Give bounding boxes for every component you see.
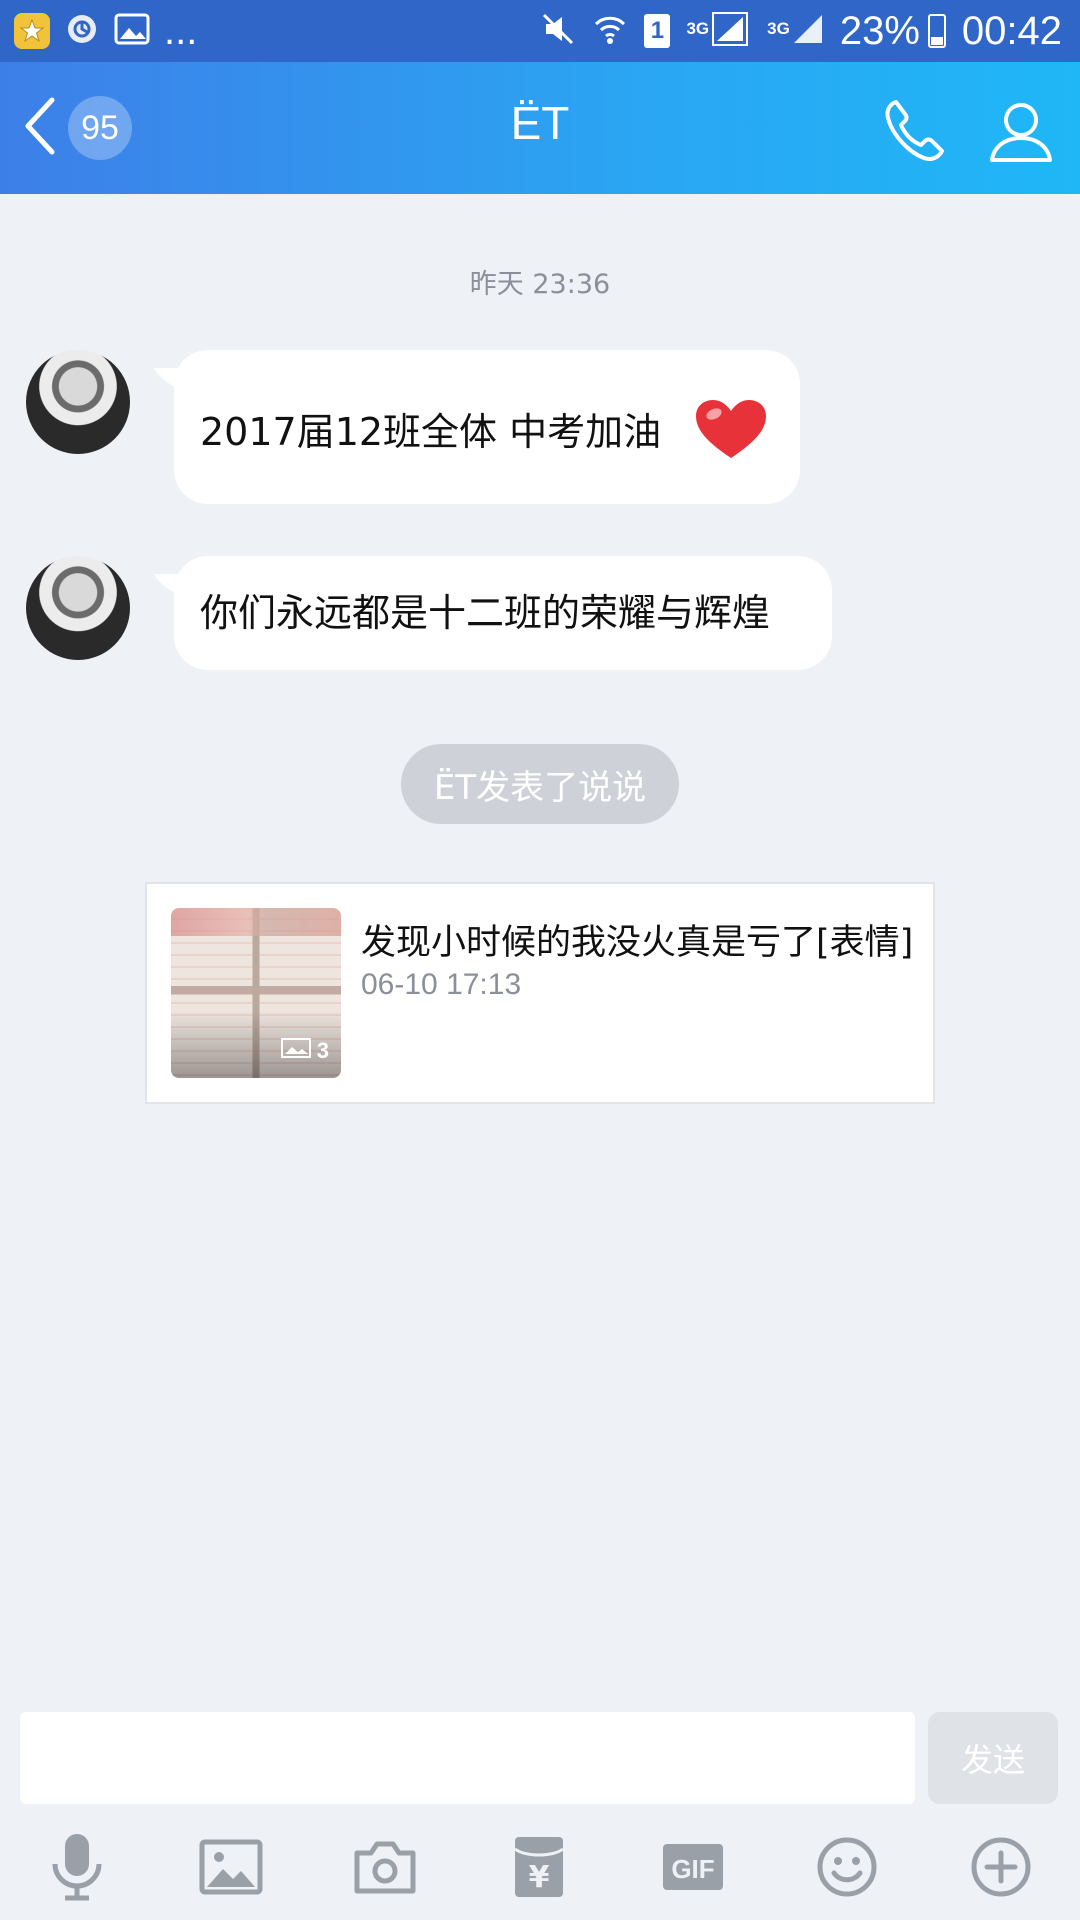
avatar[interactable]	[26, 350, 130, 454]
network-type-1: 3G	[686, 18, 710, 38]
message-timestamp: 昨天 23:36	[469, 269, 611, 300]
message-text: 你们永远都是十二班的荣耀与辉煌	[200, 591, 771, 635]
system-notice: ЁT发表了说说	[401, 744, 679, 824]
input-toolbar: ¥ GIF	[0, 1832, 1080, 1906]
battery-icon	[927, 14, 946, 48]
red-packet-icon: ¥	[511, 1835, 567, 1903]
message-text: 2017届12班全体 中考加油	[200, 410, 662, 454]
message-row: 2017届12班全体 中考加油	[26, 350, 800, 504]
status-bar-system: 1 3G 3G 23% 00:42	[524, 9, 1062, 54]
chat-header: 95 ЁT	[0, 62, 1080, 194]
emoji-icon	[816, 1836, 878, 1902]
phone-icon	[880, 100, 950, 170]
signal-icon-2	[792, 11, 824, 51]
shared-post-card[interactable]: 3 发现小时候的我没火真是亏了[表情] 06-10 17:13	[145, 882, 935, 1104]
camera-icon	[353, 1839, 417, 1899]
emoji-button[interactable]	[810, 1832, 884, 1906]
status-bar-notifications: ...	[14, 9, 211, 54]
clock: 00:42	[961, 8, 1062, 53]
gif-button[interactable]: GIF	[656, 1832, 730, 1906]
gallery-notification-icon	[114, 12, 150, 50]
svg-text:GIF: GIF	[671, 1854, 714, 1884]
camera-button[interactable]	[348, 1832, 422, 1906]
plus-icon	[970, 1836, 1032, 1902]
voice-button[interactable]	[40, 1832, 114, 1906]
mic-icon	[49, 1832, 105, 1906]
message-row: 你们永远都是十二班的荣耀与辉煌	[26, 556, 832, 670]
red-packet-button[interactable]: ¥	[502, 1832, 576, 1906]
battery-percent: 23%	[839, 8, 920, 53]
wifi-icon	[592, 11, 628, 51]
signal-icon-1	[711, 11, 751, 51]
sync-notification-icon	[64, 11, 100, 51]
image-icon	[199, 1839, 263, 1899]
svg-text:¥: ¥	[529, 1860, 550, 1895]
post-thumbnail: 3	[171, 908, 341, 1078]
network-type-2: 3G	[767, 18, 790, 38]
profile-button[interactable]	[986, 96, 1056, 166]
post-title: 发现小时候的我没火真是亏了[表情]	[361, 923, 914, 963]
send-button[interactable]: 发送	[928, 1712, 1058, 1804]
status-bar: ... 1 3G 3G 23% 00:42	[0, 0, 1080, 62]
message-bubble[interactable]: 2017届12班全体 中考加油	[174, 350, 800, 504]
more-button[interactable]	[964, 1832, 1038, 1906]
message-bubble[interactable]: 你们永远都是十二班的荣耀与辉煌	[174, 556, 832, 670]
gif-icon: GIF	[661, 1842, 725, 1896]
sim-badge: 1	[644, 14, 671, 48]
heart-emoji-icon	[694, 398, 768, 473]
call-button[interactable]	[880, 96, 950, 166]
qq-notification-icon	[14, 13, 50, 49]
mute-icon	[540, 11, 576, 51]
post-time: 06-10 17:13	[361, 968, 522, 1001]
more-notifications: ...	[164, 8, 198, 53]
user-icon	[986, 103, 1056, 170]
photo-count: 3	[316, 1038, 329, 1063]
photo-stack-icon	[280, 1038, 317, 1064]
message-input[interactable]	[20, 1712, 915, 1804]
photo-count-badge: 3	[280, 1038, 329, 1064]
avatar[interactable]	[26, 556, 130, 660]
photo-button[interactable]	[194, 1832, 268, 1906]
